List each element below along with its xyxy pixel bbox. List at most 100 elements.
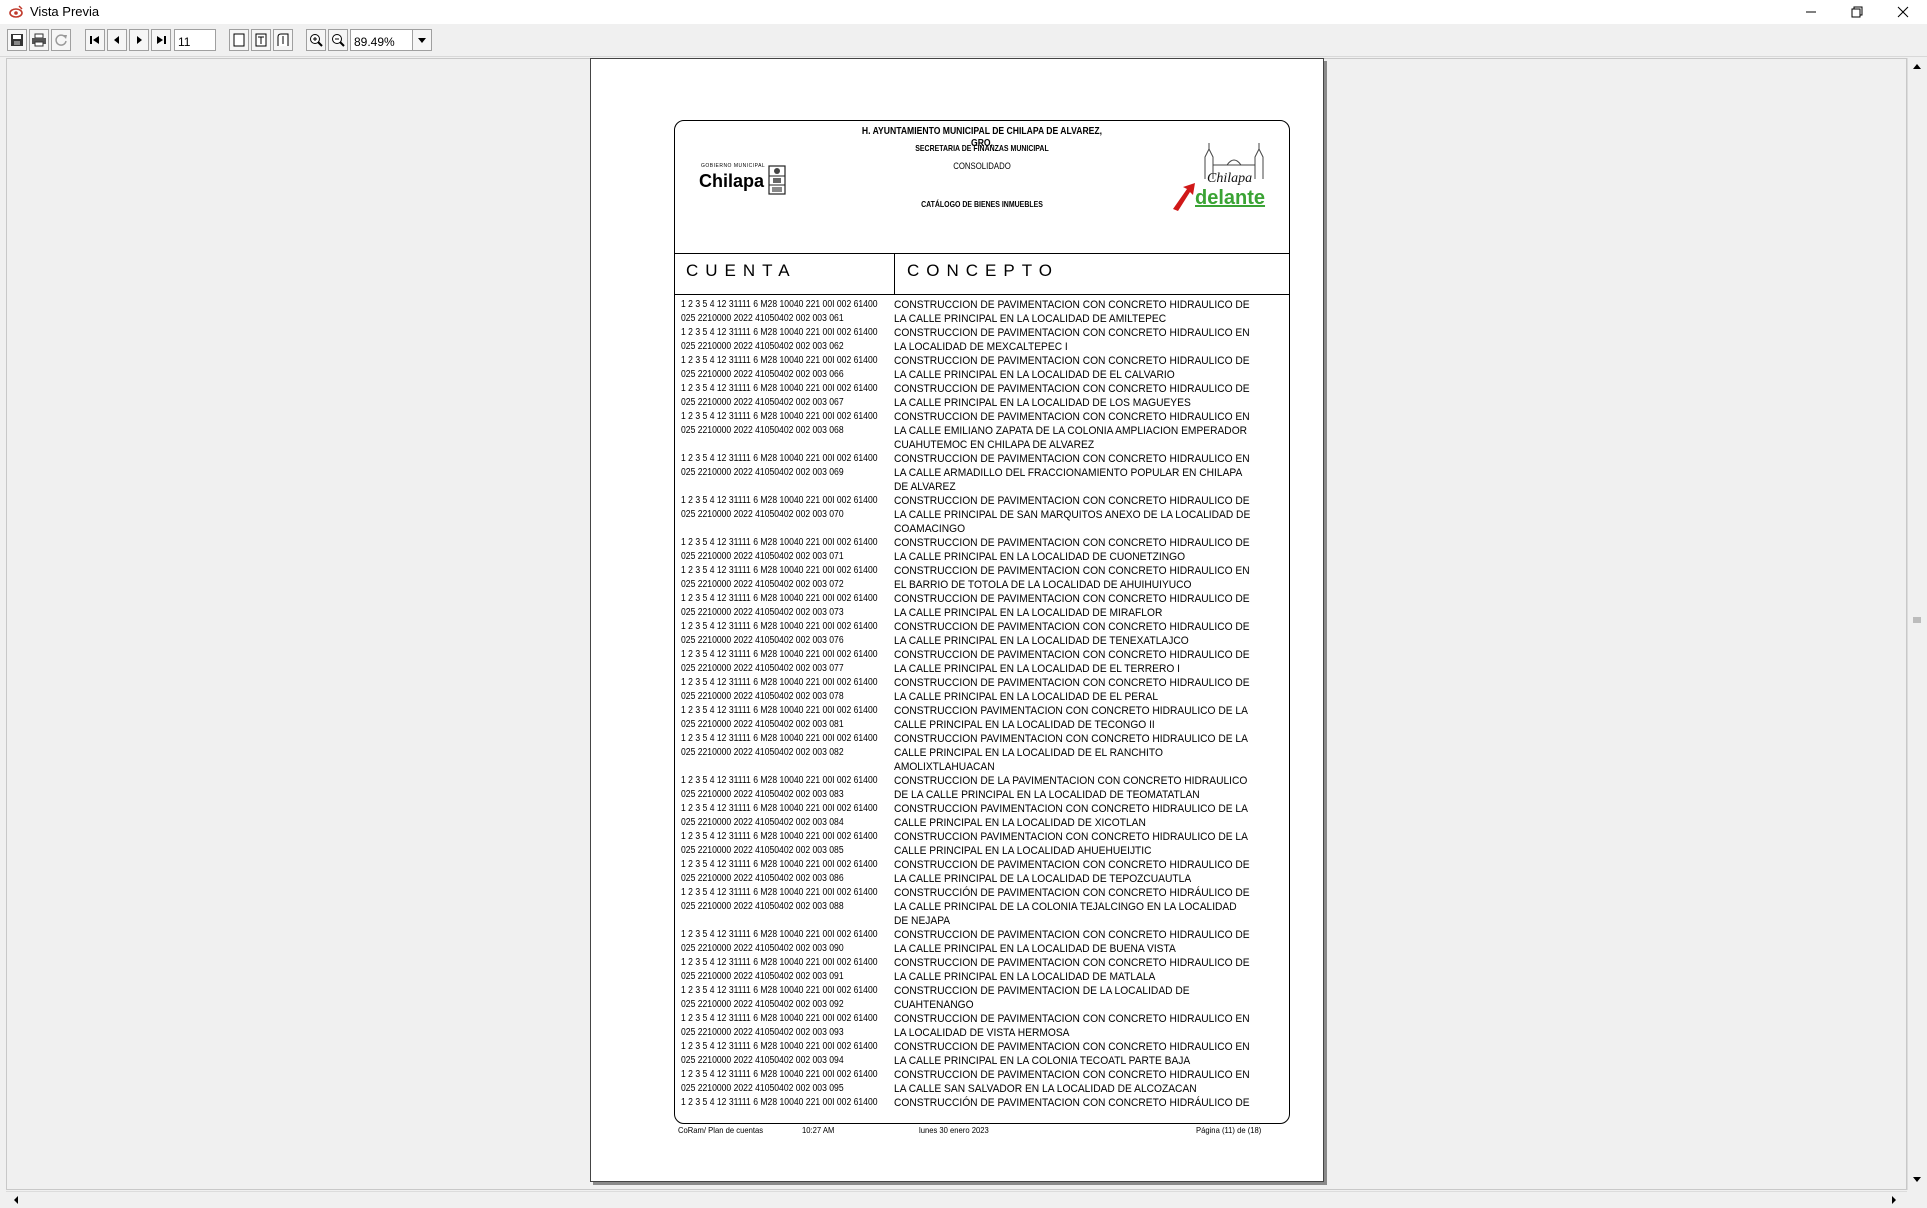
account-code-line2: 025 2210000 2022 41050402 002 003 067 (681, 397, 844, 408)
table-row: 1 2 3 5 4 12 31111 6 M28 10040 221 00I 0… (681, 410, 1283, 452)
scroll-thumb[interactable] (1911, 76, 1923, 1170)
scroll-up-arrow-icon[interactable] (1909, 58, 1925, 74)
account-code: 1 2 3 5 4 12 31111 6 M28 10040 221 00I 0… (681, 1068, 878, 1096)
account-code-line2: 025 2210000 2022 41050402 002 003 083 (681, 789, 844, 800)
table-row: 1 2 3 5 4 12 31111 6 M28 10040 221 00I 0… (681, 354, 1283, 382)
table-row: 1 2 3 5 4 12 31111 6 M28 10040 221 00I 0… (681, 1012, 1283, 1040)
zoom-dropdown-button[interactable] (412, 29, 432, 51)
minimize-button[interactable] (1788, 0, 1834, 24)
vertical-scrollbar[interactable] (1907, 58, 1926, 1190)
account-code-line1: 1 2 3 5 4 12 31111 6 M28 10040 221 00I 0… (681, 565, 878, 576)
table-row: 1 2 3 5 4 12 31111 6 M28 10040 221 00I 0… (681, 1096, 1283, 1110)
table-row: 1 2 3 5 4 12 31111 6 M28 10040 221 00I 0… (681, 732, 1283, 774)
account-code-line1: 1 2 3 5 4 12 31111 6 M28 10040 221 00I 0… (681, 411, 878, 422)
printer-icon (32, 33, 46, 47)
account-code-line2: 025 2210000 2022 41050402 002 003 077 (681, 663, 844, 674)
account-code-line2: 025 2210000 2022 41050402 002 003 082 (681, 747, 844, 758)
window-title: Vista Previa (30, 4, 100, 19)
account-code: 1 2 3 5 4 12 31111 6 M28 10040 221 00I 0… (681, 536, 878, 564)
table-row: 1 2 3 5 4 12 31111 6 M28 10040 221 00I 0… (681, 592, 1283, 620)
account-code-line2: 025 2210000 2022 41050402 002 003 078 (681, 691, 844, 702)
account-code: 1 2 3 5 4 12 31111 6 M28 10040 221 00I 0… (681, 956, 878, 984)
scroll-down-arrow-icon[interactable] (1909, 1172, 1925, 1188)
account-code-line2: 025 2210000 2022 41050402 002 003 081 (681, 719, 844, 730)
concept-text: CONSTRUCCION PAVIMENTACION CON CONCRETO … (894, 705, 1248, 731)
account-code: 1 2 3 5 4 12 31111 6 M28 10040 221 00I 0… (681, 620, 878, 648)
logo-script-text: Chilapa (1207, 171, 1253, 186)
concept-text: CONSTRUCCION DE PAVIMENTACION CON CONCRE… (894, 1069, 1250, 1095)
refresh-icon (55, 34, 67, 46)
horizontal-scrollbar[interactable] (6, 1191, 1907, 1208)
first-page-button[interactable] (85, 29, 105, 51)
column-header-cuenta: CUENTA (686, 261, 797, 280)
save-button[interactable] (7, 29, 27, 51)
report-page: H. AYUNTAMIENTO MUNICIPAL DE CHILAPA DE … (590, 58, 1324, 1182)
table-row: 1 2 3 5 4 12 31111 6 M28 10040 221 00I 0… (681, 858, 1283, 886)
account-code-line2: 025 2210000 2022 41050402 002 003 085 (681, 845, 844, 856)
zoom-out-button[interactable] (328, 29, 348, 51)
concept-text: CONSTRUCCION PAVIMENTACION CON CONCRETO … (894, 803, 1248, 829)
account-code-line1: 1 2 3 5 4 12 31111 6 M28 10040 221 00I 0… (681, 649, 878, 660)
page-height-icon (277, 33, 289, 46)
single-page-button[interactable] (229, 29, 249, 51)
report-frame: H. AYUNTAMIENTO MUNICIPAL DE CHILAPA DE … (674, 120, 1290, 1124)
page-width-icon (255, 33, 267, 47)
scroll-left-arrow-icon[interactable] (8, 1192, 24, 1208)
table-row: 1 2 3 5 4 12 31111 6 M28 10040 221 00I 0… (681, 536, 1283, 564)
account-code: 1 2 3 5 4 12 31111 6 M28 10040 221 00I 0… (681, 858, 878, 886)
account-code: 1 2 3 5 4 12 31111 6 M28 10040 221 00I 0… (681, 802, 878, 830)
account-code: 1 2 3 5 4 12 31111 6 M28 10040 221 00I 0… (681, 592, 878, 620)
page-height-button[interactable] (273, 29, 293, 51)
last-page-button[interactable] (151, 29, 171, 51)
table-row: 1 2 3 5 4 12 31111 6 M28 10040 221 00I 0… (681, 620, 1283, 648)
concept-text: CONSTRUCCION DE PAVIMENTACION CON CONCRE… (894, 565, 1250, 591)
account-code-line1: 1 2 3 5 4 12 31111 6 M28 10040 221 00I 0… (681, 677, 878, 688)
zoom-in-button[interactable] (306, 29, 326, 51)
next-page-button[interactable] (129, 29, 149, 51)
account-code: 1 2 3 5 4 12 31111 6 M28 10040 221 00I 0… (681, 564, 878, 592)
logo-adelante-text: delante (1195, 187, 1266, 209)
table-row: 1 2 3 5 4 12 31111 6 M28 10040 221 00I 0… (681, 494, 1283, 536)
footer-date: lunes 30 enero 2023 (919, 1125, 989, 1135)
concept-text: CONSTRUCCION DE PAVIMENTACION CON CONCRE… (894, 649, 1250, 675)
previous-page-button[interactable] (107, 29, 127, 51)
header-divider (675, 253, 1289, 254)
footer-page: Página (11) de (18) (1196, 1125, 1262, 1135)
table-row: 1 2 3 5 4 12 31111 6 M28 10040 221 00I 0… (681, 956, 1283, 984)
account-code: 1 2 3 5 4 12 31111 6 M28 10040 221 00I 0… (681, 494, 878, 522)
account-code: 1 2 3 5 4 12 31111 6 M28 10040 221 00I 0… (681, 1096, 878, 1110)
zoom-in-icon (310, 34, 323, 47)
table-row: 1 2 3 5 4 12 31111 6 M28 10040 221 00I 0… (681, 886, 1283, 928)
table-row: 1 2 3 5 4 12 31111 6 M28 10040 221 00I 0… (681, 1040, 1283, 1068)
page-width-button[interactable] (251, 29, 271, 51)
account-code-line2: 025 2210000 2022 41050402 002 003 093 (681, 1027, 844, 1038)
account-code-line1: 1 2 3 5 4 12 31111 6 M28 10040 221 00I 0… (681, 453, 878, 464)
account-code: 1 2 3 5 4 12 31111 6 M28 10040 221 00I 0… (681, 830, 878, 858)
minimize-icon (1806, 11, 1816, 13)
table-row: 1 2 3 5 4 12 31111 6 M28 10040 221 00I 0… (681, 928, 1283, 956)
restore-button[interactable] (1834, 0, 1880, 24)
account-code-line2: 025 2210000 2022 41050402 002 003 088 (681, 901, 844, 912)
title-bar: Vista Previa (0, 0, 1927, 24)
close-icon (1897, 6, 1909, 18)
footer-system: CoRam/ Plan de cuentas (678, 1125, 764, 1135)
page-number-input[interactable] (174, 29, 216, 51)
account-code-line1: 1 2 3 5 4 12 31111 6 M28 10040 221 00I 0… (681, 327, 878, 338)
refresh-button[interactable] (51, 29, 71, 51)
account-code-line2: 025 2210000 2022 41050402 002 003 062 (681, 341, 844, 352)
account-code: 1 2 3 5 4 12 31111 6 M28 10040 221 00I 0… (681, 886, 878, 914)
concept-text: CONSTRUCCION DE PAVIMENTACION CON CONCRE… (894, 537, 1250, 563)
table-row: 1 2 3 5 4 12 31111 6 M28 10040 221 00I 0… (681, 326, 1283, 354)
account-code-line1: 1 2 3 5 4 12 31111 6 M28 10040 221 00I 0… (681, 733, 878, 744)
account-code-line1: 1 2 3 5 4 12 31111 6 M28 10040 221 00I 0… (681, 495, 878, 506)
zoom-level-input[interactable] (350, 29, 414, 51)
account-code-line2: 025 2210000 2022 41050402 002 003 071 (681, 551, 844, 562)
report-subtitle: SECRETARIA DE FINANZAS MUNICIPAL (915, 143, 1049, 153)
table-row: 1 2 3 5 4 12 31111 6 M28 10040 221 00I 0… (681, 1068, 1283, 1096)
account-code-line1: 1 2 3 5 4 12 31111 6 M28 10040 221 00I 0… (681, 537, 878, 548)
scroll-right-arrow-icon[interactable] (1886, 1192, 1902, 1208)
account-code-line2: 025 2210000 2022 41050402 002 003 068 (681, 425, 844, 436)
print-button[interactable] (29, 29, 49, 51)
close-button[interactable] (1880, 0, 1926, 24)
table-row: 1 2 3 5 4 12 31111 6 M28 10040 221 00I 0… (681, 564, 1283, 592)
